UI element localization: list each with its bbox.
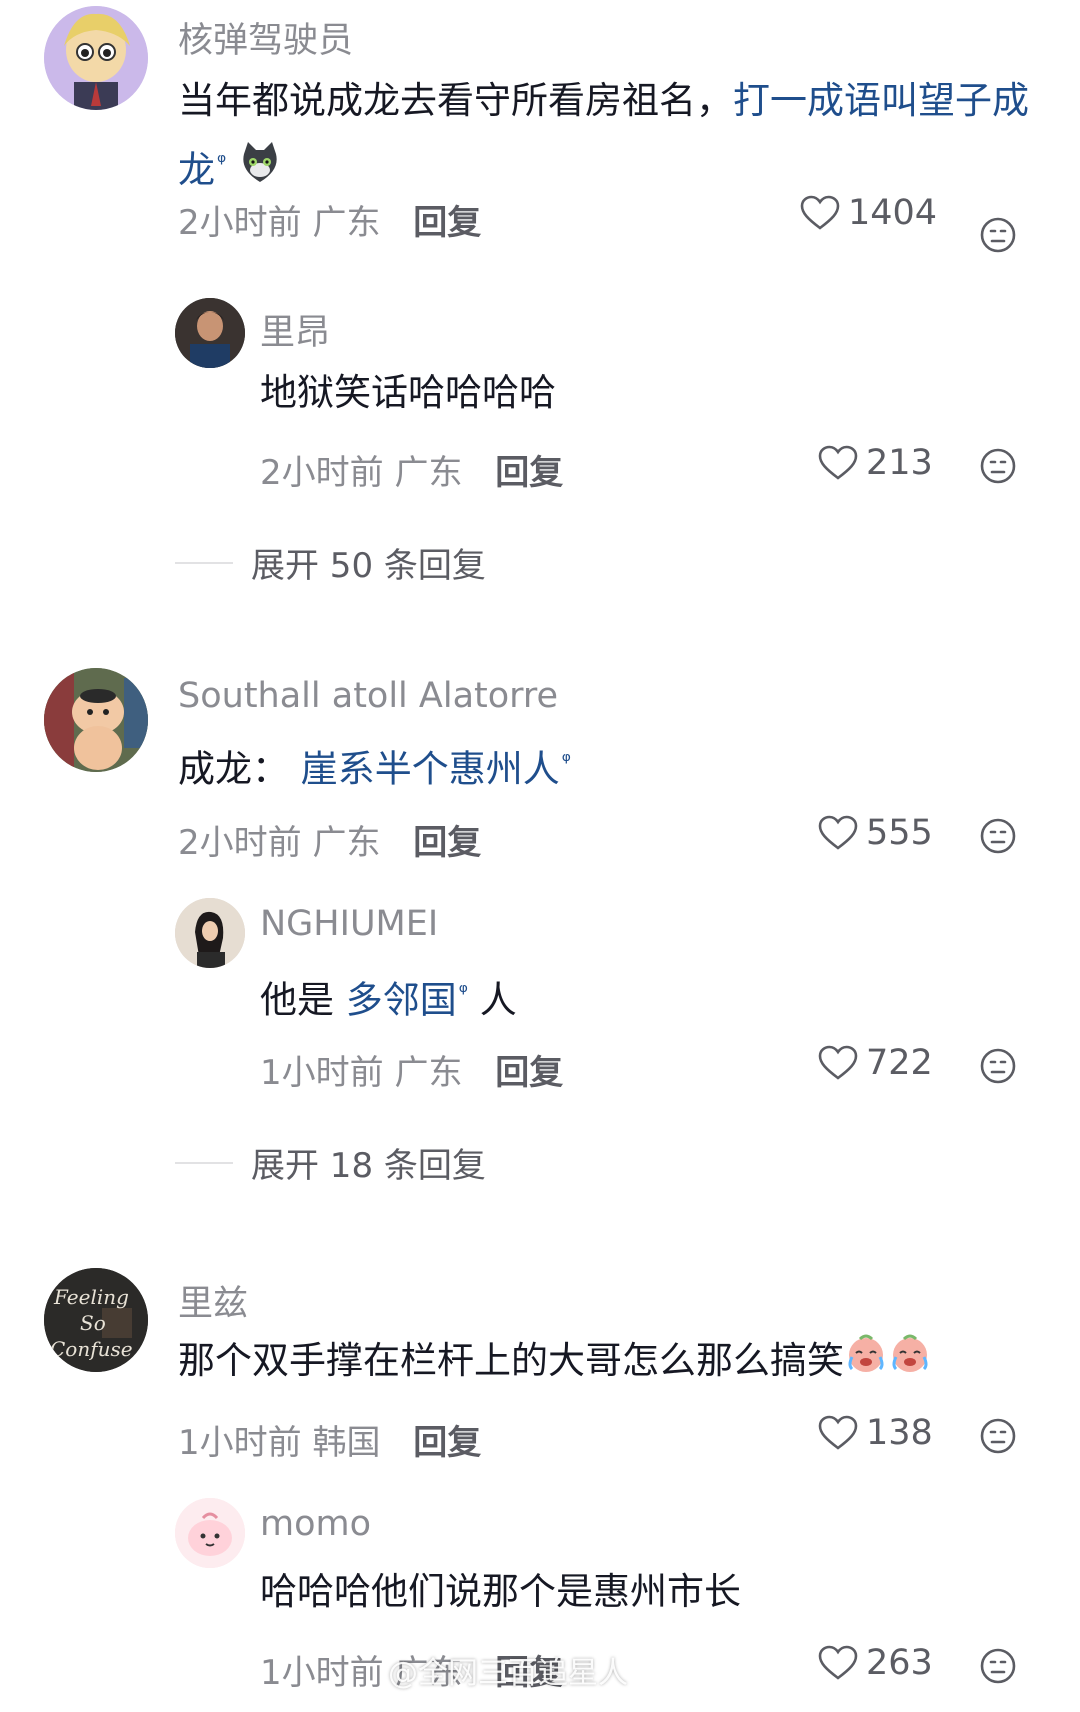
avatar-anime-character (44, 6, 148, 110)
reply-button[interactable]: 回复 (413, 1423, 481, 1463)
reply-text: 他是 多邻国ᵠ 人 (260, 962, 517, 1031)
like-button[interactable]: 138 (818, 1413, 933, 1453)
like-count: 138 (866, 1413, 933, 1453)
avatar-photo (175, 898, 245, 968)
comment-text: 成龙： 崖系半个惠州人ᵠ (178, 731, 1038, 800)
heart-icon (818, 1415, 858, 1450)
location: 广东 (312, 203, 381, 243)
location: 广东 (394, 453, 463, 493)
cat-emoji (238, 140, 282, 203)
location: 广东 (312, 823, 381, 863)
like-button[interactable]: 555 (818, 813, 933, 853)
heart-icon (818, 1045, 858, 1080)
dislike-face-icon[interactable] (980, 448, 1016, 484)
reply-text-plain: 他是 (260, 978, 334, 1022)
crying-laugh-emoji (888, 1331, 932, 1394)
search-link[interactable]: 崖系半个惠州人 (301, 747, 560, 790)
username[interactable]: 核弹驾驶员 (178, 12, 353, 63)
reply-text-after: 人 (479, 978, 517, 1022)
expand-replies-button[interactable]: 展开 50 条回复 (175, 538, 486, 587)
expand-replies-label: 展开 50 条回复 (251, 546, 486, 586)
comment-text-plain: 成龙： (178, 747, 289, 791)
comment-text-plain: 当年都说成龙去看守所看房祖名， (178, 79, 733, 122)
svg-text:Feeling: Feeling (53, 1285, 129, 1309)
reply-button[interactable]: 回复 (413, 203, 481, 243)
timestamp: 1小时前 (260, 1653, 384, 1693)
timestamp: 2小时前 (260, 453, 384, 493)
comment-meta: 2小时前 广东 回复 (178, 815, 481, 864)
heart-icon (818, 1645, 858, 1680)
expand-replies-label: 展开 18 条回复 (251, 1146, 486, 1186)
avatar[interactable] (175, 1498, 245, 1568)
avatar[interactable] (175, 298, 245, 368)
divider-line (175, 561, 233, 564)
timestamp: 1小时前 (178, 1423, 302, 1463)
timestamp: 2小时前 (178, 823, 302, 863)
timestamp: 1小时前 (260, 1053, 384, 1093)
svg-text:So: So (80, 1311, 106, 1335)
timestamp: 2小时前 (178, 203, 302, 243)
comment-text-plain: 那个双手撑在栏杆上的大哥怎么那么搞笑 (178, 1339, 844, 1382)
location: 韩国 (312, 1423, 381, 1463)
like-count: 1404 (848, 193, 938, 233)
avatar-figurine (44, 668, 148, 772)
search-link-icon[interactable]: ᵠ (217, 150, 226, 175)
heart-icon (818, 815, 858, 850)
username[interactable]: 里昂 (260, 304, 330, 355)
search-link[interactable]: 多邻国 (346, 978, 457, 1021)
search-link-icon[interactable]: ᵠ (459, 980, 468, 1005)
search-link-icon[interactable]: ᵠ (562, 749, 571, 774)
reply-button[interactable]: 回复 (495, 453, 563, 493)
username[interactable]: Southall atoll Alatorre (178, 676, 558, 716)
avatar-cartoon (175, 1498, 245, 1568)
dislike-face-icon[interactable] (980, 818, 1016, 854)
avatar[interactable] (175, 898, 245, 968)
divider-line (175, 1161, 233, 1164)
reply-text: 地狱笑话哈哈哈哈 (260, 371, 556, 414)
dislike-face-icon[interactable] (980, 1418, 1016, 1454)
reply-button[interactable]: 回复 (413, 823, 481, 863)
like-count: 722 (866, 1043, 933, 1083)
avatar[interactable] (44, 6, 148, 110)
avatar[interactable]: Feeling So Confuse (44, 1268, 148, 1372)
reply-meta: 2小时前 广东 回复 (260, 445, 563, 494)
dislike-face-icon[interactable] (980, 1048, 1016, 1084)
svg-text:Confuse: Confuse (50, 1337, 133, 1361)
reply-text: 哈哈哈他们说那个是惠州市长 (260, 1570, 741, 1613)
like-count: 555 (866, 813, 933, 853)
heart-icon (818, 445, 858, 480)
avatar-text-image: Feeling So Confuse (44, 1268, 148, 1372)
comment-text: 当年都说成龙去看守所看房祖名，打一成语叫望子成龙ᵠ (178, 70, 1038, 203)
expand-replies-button[interactable]: 展开 18 条回复 (175, 1138, 486, 1187)
like-button[interactable]: 213 (818, 443, 933, 483)
comment-meta: 2小时前 广东 回复 (178, 195, 481, 244)
username[interactable]: NGHIUMEI (260, 904, 438, 944)
like-count: 213 (866, 443, 933, 483)
comment-meta: 1小时前 韩国 回复 (178, 1415, 481, 1464)
dislike-face-icon[interactable] (980, 217, 1016, 253)
watermark: @全网三百追星人 (388, 1656, 628, 1691)
like-button[interactable]: 1404 (800, 193, 937, 233)
heart-icon (800, 195, 840, 230)
crying-laugh-emoji (844, 1331, 888, 1394)
location: 广东 (394, 1053, 463, 1093)
avatar[interactable] (44, 668, 148, 772)
reply-button[interactable]: 回复 (495, 1053, 563, 1093)
like-count: 263 (866, 1643, 933, 1683)
like-button[interactable]: 722 (818, 1043, 933, 1083)
username[interactable]: momo (260, 1504, 371, 1544)
like-button[interactable]: 263 (818, 1643, 933, 1683)
dislike-face-icon[interactable] (980, 1648, 1016, 1684)
avatar-photo (175, 298, 245, 368)
comment-text: 那个双手撑在栏杆上的大哥怎么那么搞笑 (178, 1330, 1058, 1394)
username[interactable]: 里兹 (178, 1275, 248, 1326)
reply-meta: 1小时前 广东 回复 (260, 1045, 563, 1094)
